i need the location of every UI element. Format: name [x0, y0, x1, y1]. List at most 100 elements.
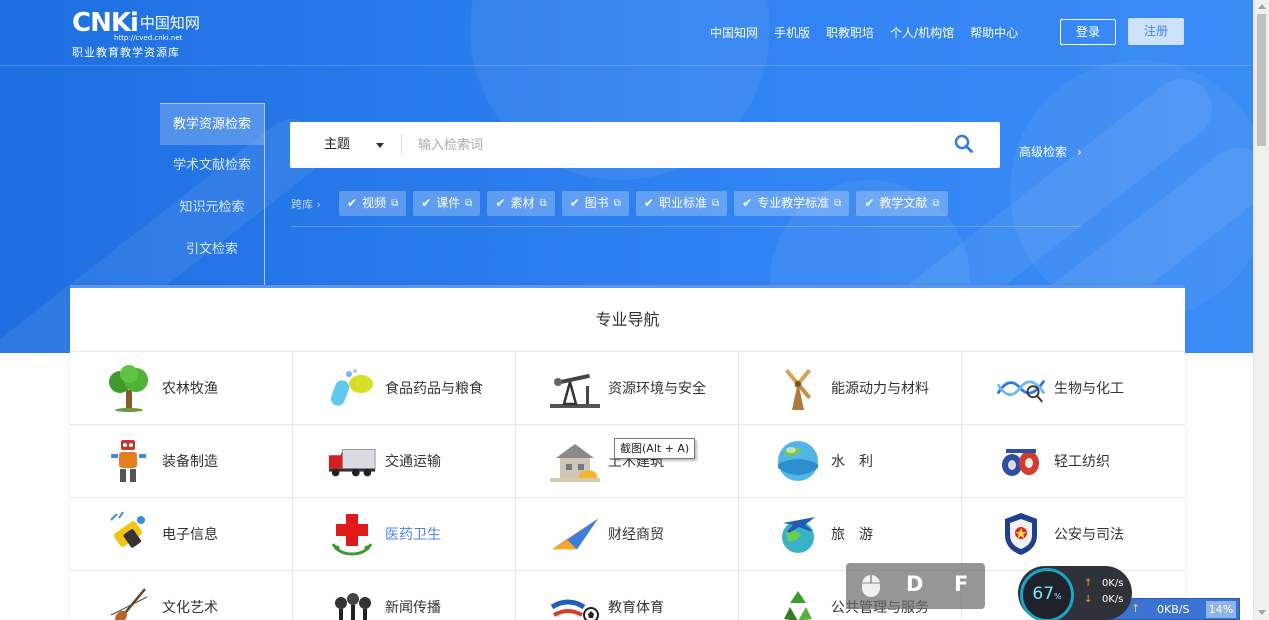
search-icon	[954, 134, 973, 153]
advanced-search-label: 高级检索	[1019, 145, 1068, 159]
top-nav-vocational[interactable]: 职教职培	[826, 24, 874, 41]
screenshot-tooltip: 截图(Alt + A)	[614, 438, 696, 459]
chip-label: 视频	[362, 196, 387, 210]
tab-citation[interactable]: 引文检索	[160, 229, 264, 271]
major-label: 新闻传播	[385, 600, 441, 616]
check-icon: ✔	[347, 196, 358, 210]
site-logo[interactable]: CNKi 中国知网 http://cved.cnki.net 职业教育教学资源库	[72, 10, 200, 59]
major-finance-trade[interactable]: 财经商贸	[516, 498, 739, 571]
major-police-justice[interactable]: 公安与司法	[962, 498, 1185, 571]
top-nav-library[interactable]: 个人/机构馆	[890, 24, 954, 41]
major-tourism[interactable]: 旅 游	[739, 498, 962, 571]
chevron-right-icon: ›	[1077, 145, 1082, 159]
red-cross-icon	[327, 509, 377, 559]
truck-icon	[327, 436, 377, 486]
major-label: 财经商贸	[608, 527, 664, 543]
major-equipment[interactable]: 装备制造	[70, 425, 293, 498]
tab-teaching-resources[interactable]: 教学资源检索	[160, 103, 264, 145]
chip-material[interactable]: ✔ 素材 ⧉	[487, 191, 555, 216]
major-label: 农林牧渔	[162, 381, 218, 397]
chip-books[interactable]: ✔ 图书 ⧉	[561, 191, 629, 216]
external-link-icon: ⧉	[932, 198, 940, 209]
building-icon	[550, 436, 600, 486]
external-link-icon: ⧉	[613, 198, 621, 209]
major-label: 资源环境与安全	[608, 381, 706, 397]
major-water[interactable]: 水 利	[739, 425, 962, 498]
arrow-up-icon: ↑	[1131, 602, 1141, 615]
key-f[interactable]: F	[954, 572, 968, 596]
major-food-drug[interactable]: 食品药品与粮食	[293, 352, 516, 425]
major-resources-env[interactable]: 资源环境与安全	[516, 352, 739, 425]
advanced-search-link[interactable]: 高级检索 ›	[1019, 143, 1082, 160]
chip-label: 课件	[436, 196, 461, 210]
windmill-icon	[773, 363, 823, 413]
major-light-textile[interactable]: 轻工纺织	[962, 425, 1185, 498]
search-divider	[401, 135, 402, 155]
search-field-select[interactable]: 主题	[324, 122, 384, 168]
login-button[interactable]: 登录	[1060, 19, 1116, 45]
external-link-icon: ⧉	[539, 198, 547, 209]
chip-video[interactable]: ✔ 视频 ⧉	[339, 191, 407, 216]
check-icon: ✔	[864, 196, 875, 210]
paper-plane-icon	[550, 509, 600, 559]
scroll-up-arrow-icon[interactable]	[1258, 4, 1266, 9]
check-icon: ✔	[495, 196, 506, 210]
top-nav-cnki[interactable]: 中国知网	[710, 24, 758, 41]
scroll-thumb[interactable]	[1257, 14, 1266, 146]
arrow-down-icon: ↓	[1084, 594, 1093, 605]
scroll-down-arrow-icon[interactable]	[1258, 610, 1266, 615]
key-d[interactable]: D	[906, 572, 923, 596]
cross-db-label: 跨库 ›	[291, 198, 321, 211]
major-energy-materials[interactable]: 能源动力与材料	[739, 352, 962, 425]
chip-vocational-standard[interactable]: ✔ 职业标准 ⧉	[635, 191, 728, 216]
globe-water-icon	[773, 436, 823, 486]
tab-knowledge-element[interactable]: 知识元检索	[160, 187, 264, 229]
gauge-value: 67%	[1023, 584, 1071, 604]
chip-teaching-literature[interactable]: ✔ 教学文献 ⧉	[856, 191, 948, 216]
logo-mark: CNKi 中国知网	[72, 10, 200, 36]
check-icon: ✔	[421, 196, 432, 210]
major-label: 公安与司法	[1054, 527, 1124, 543]
caret-down-icon	[376, 143, 384, 148]
major-civil-engineering[interactable]: 土木建筑	[516, 425, 739, 498]
major-label: 能源动力与材料	[831, 381, 929, 397]
cross-db-chips: ✔ 视频 ⧉ ✔ 课件 ⧉ ✔ 素材 ⧉ ✔ 图书 ⧉ ✔ 职业标准 ⧉ ✔ 专业教学标准 ⧉ ✔ 教学文…	[339, 191, 948, 216]
speed-meter-widget[interactable]: 67% ↑ 0K/s ↓ 0K/s	[1018, 566, 1132, 620]
search-input[interactable]	[418, 130, 938, 160]
major-journalism[interactable]: 新闻传播	[293, 571, 516, 620]
major-bio-chem[interactable]: 生物与化工	[962, 352, 1185, 425]
net-speed-value: 0KB/S	[1157, 603, 1190, 616]
major-education-sports[interactable]: 教育体育	[516, 571, 739, 620]
top-nav-help[interactable]: 帮助中心	[970, 24, 1018, 41]
logo-cn-name: 中国知网	[139, 14, 200, 32]
arrow-up-icon: ↑	[1084, 578, 1093, 589]
chip-label: 图书	[584, 196, 609, 210]
download-speed: ↓ 0K/s	[1084, 594, 1123, 605]
major-electronics[interactable]: 电子信息	[70, 498, 293, 571]
major-label: 生物与化工	[1054, 381, 1124, 397]
tab-academic-literature[interactable]: 学术文献检索	[160, 145, 264, 187]
major-label: 轻工纺织	[1054, 454, 1110, 470]
gauge-unit: %	[1054, 592, 1062, 601]
major-agriculture[interactable]: 农林牧渔	[70, 352, 293, 425]
page-scrollbar[interactable]	[1253, 0, 1269, 620]
floating-key-widget[interactable]: D F	[846, 563, 985, 609]
register-button[interactable]: 注册	[1128, 18, 1184, 45]
chip-label: 素材	[510, 196, 535, 210]
search-button[interactable]	[954, 134, 976, 156]
chip-label: 职业标准	[658, 196, 707, 210]
top-nav-mobile[interactable]: 手机版	[774, 24, 810, 41]
chip-teaching-standard[interactable]: ✔ 专业教学标准 ⧉	[734, 191, 850, 216]
chip-label: 教学文献	[879, 196, 928, 210]
major-culture-art[interactable]: 文化艺术	[70, 571, 293, 620]
check-icon: ✔	[643, 196, 654, 210]
major-label: 文化艺术	[162, 600, 218, 616]
major-label: 装备制造	[162, 454, 218, 470]
external-link-icon: ⧉	[711, 198, 720, 209]
gauge-ring: 67%	[1020, 568, 1074, 620]
chip-courseware[interactable]: ✔ 课件 ⧉	[413, 191, 481, 216]
major-medicine[interactable]: 医药卫生	[293, 498, 516, 571]
police-badge-icon	[996, 509, 1046, 559]
top-nav: 中国知网 手机版 职教职培 个人/机构馆 帮助中心	[710, 24, 1018, 41]
major-transport[interactable]: 交通运输	[293, 425, 516, 498]
